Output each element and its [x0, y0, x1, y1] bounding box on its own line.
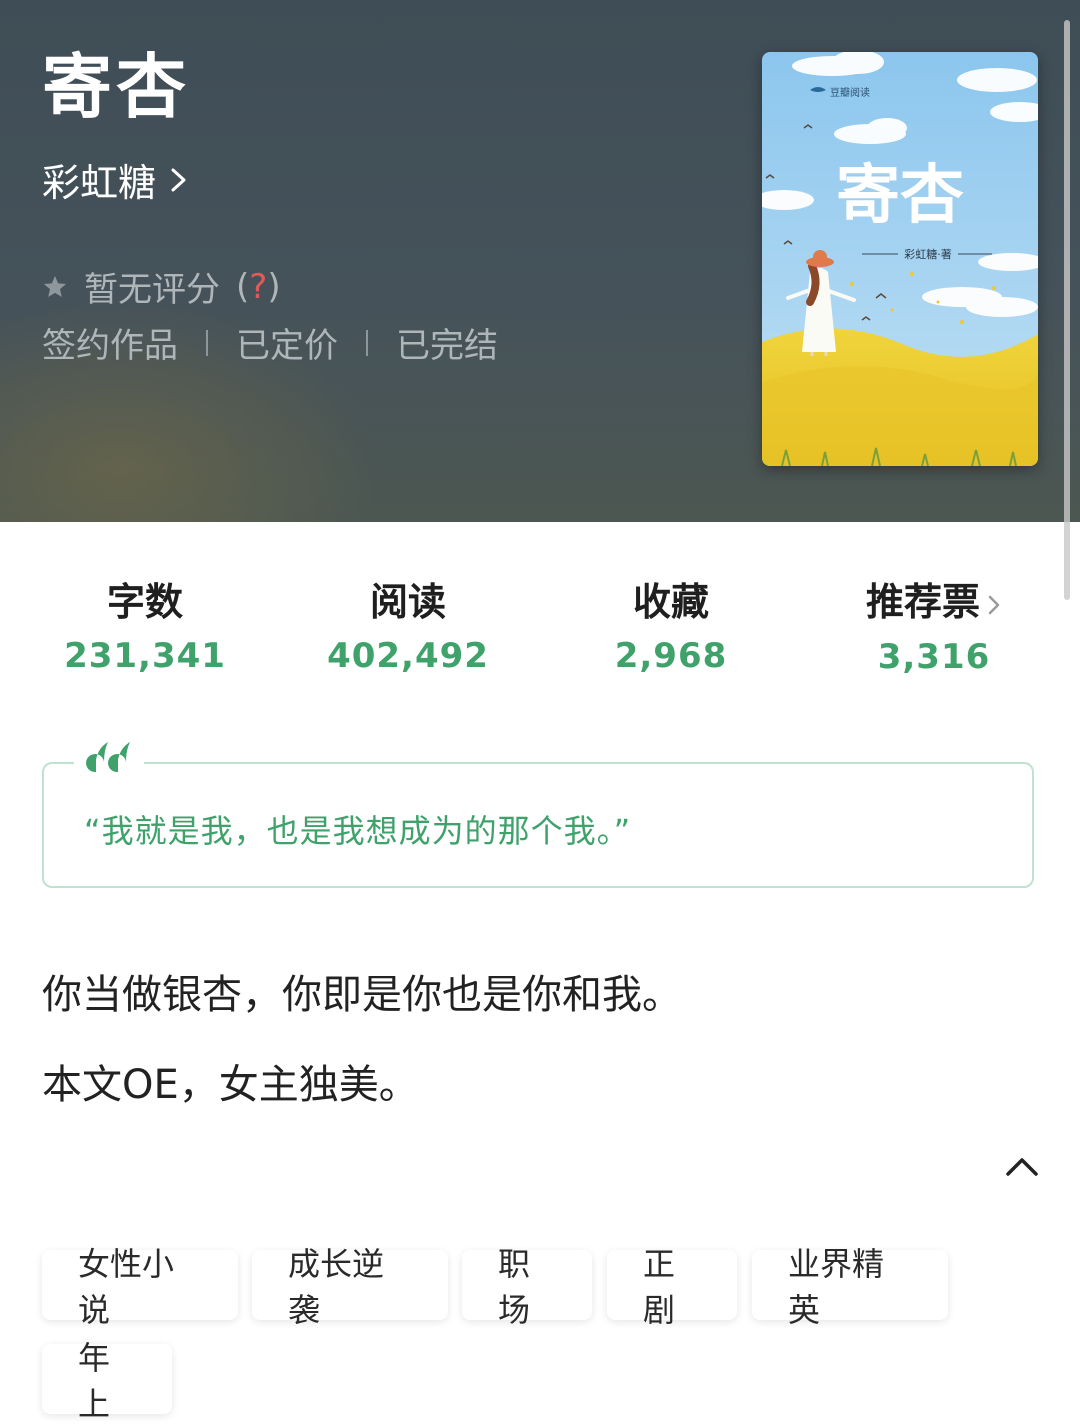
stat-label: 收藏 — [632, 580, 709, 624]
meta-divider — [366, 329, 368, 356]
collapse-button[interactable] — [1004, 1152, 1040, 1182]
scrollbar[interactable] — [1064, 20, 1070, 600]
stat-value: 3,316 — [877, 637, 991, 678]
rating-help-close: ) — [267, 266, 281, 307]
book-cover[interactable]: 豆瓣阅读 寄杏 彩虹糖·著 — [762, 52, 1038, 466]
meta-priced: 已定价 — [236, 326, 338, 366]
cover-byline: 彩虹糖·著 — [904, 247, 952, 261]
stat-recommend-votes[interactable]: 推荐票 3,316 — [814, 580, 1054, 677]
description-line: 你当做银杏，你即是你也是你和我。 — [42, 972, 682, 1018]
stat-value: 231,341 — [64, 635, 226, 676]
star-icon — [42, 274, 68, 300]
rating-help-button[interactable]: (?) — [236, 267, 281, 307]
tag-chip[interactable]: 女性小说 — [42, 1245, 238, 1329]
stat-value: 402,492 — [327, 635, 489, 676]
stat-label: 推荐票 — [865, 580, 980, 624]
stat-value: 2,968 — [614, 635, 728, 676]
tag-chip[interactable]: 业界精英 — [752, 1245, 948, 1329]
stat-word-count: 字数 231,341 — [25, 580, 265, 676]
rating-help-open: ( — [236, 266, 250, 307]
stat-reads: 阅读 402,492 — [288, 580, 528, 676]
author-link[interactable]: 彩虹糖 — [42, 152, 190, 207]
cover-illustration: 豆瓣阅读 寄杏 彩虹糖·著 — [762, 52, 1038, 466]
book-stats: 字数 231,341 阅读 402,492 收藏 2,968 推荐票 3,316 — [0, 580, 1080, 690]
stat-favorites: 收藏 2,968 — [551, 580, 791, 676]
quote-text: “我就是我，也是我想成为的那个我。” — [84, 812, 632, 850]
book-meta: 签约作品 已定价 已完结 — [42, 318, 498, 367]
rating-row: 暂无评分 (?) — [42, 262, 281, 311]
cover-publisher: 豆瓣阅读 — [830, 86, 870, 99]
cover-title: 寄杏 — [836, 158, 964, 233]
book-header: 寄杏 彩虹糖 暂无评分 (?) 签约作品 已定价 已完结 豆瓣阅读 寄杏 彩虹糖… — [0, 0, 1080, 522]
chevron-right-icon — [168, 158, 190, 202]
tag-chip[interactable]: 正剧 — [607, 1245, 737, 1329]
quote-mark-icon — [74, 740, 144, 778]
author-name: 彩虹糖 — [42, 161, 157, 205]
rating-help-question: ? — [249, 266, 268, 307]
tag-chip[interactable]: 年上 — [42, 1339, 172, 1423]
meta-finished: 已完结 — [396, 326, 498, 366]
chevron-right-icon — [986, 582, 1002, 628]
chevron-up-icon — [1004, 1158, 1040, 1186]
tag-chip[interactable]: 职场 — [462, 1245, 592, 1329]
description-line: 本文OE，女主独美。 — [42, 1062, 419, 1108]
meta-signed: 签约作品 — [42, 326, 178, 366]
stat-label-row: 推荐票 — [814, 580, 1054, 627]
stat-label: 字数 — [106, 580, 183, 624]
stat-label: 阅读 — [369, 580, 446, 624]
book-title: 寄杏 — [42, 46, 190, 128]
meta-divider — [206, 329, 208, 356]
tag-chip[interactable]: 成长逆袭 — [252, 1245, 448, 1329]
rating-text: 暂无评分 — [84, 270, 220, 310]
